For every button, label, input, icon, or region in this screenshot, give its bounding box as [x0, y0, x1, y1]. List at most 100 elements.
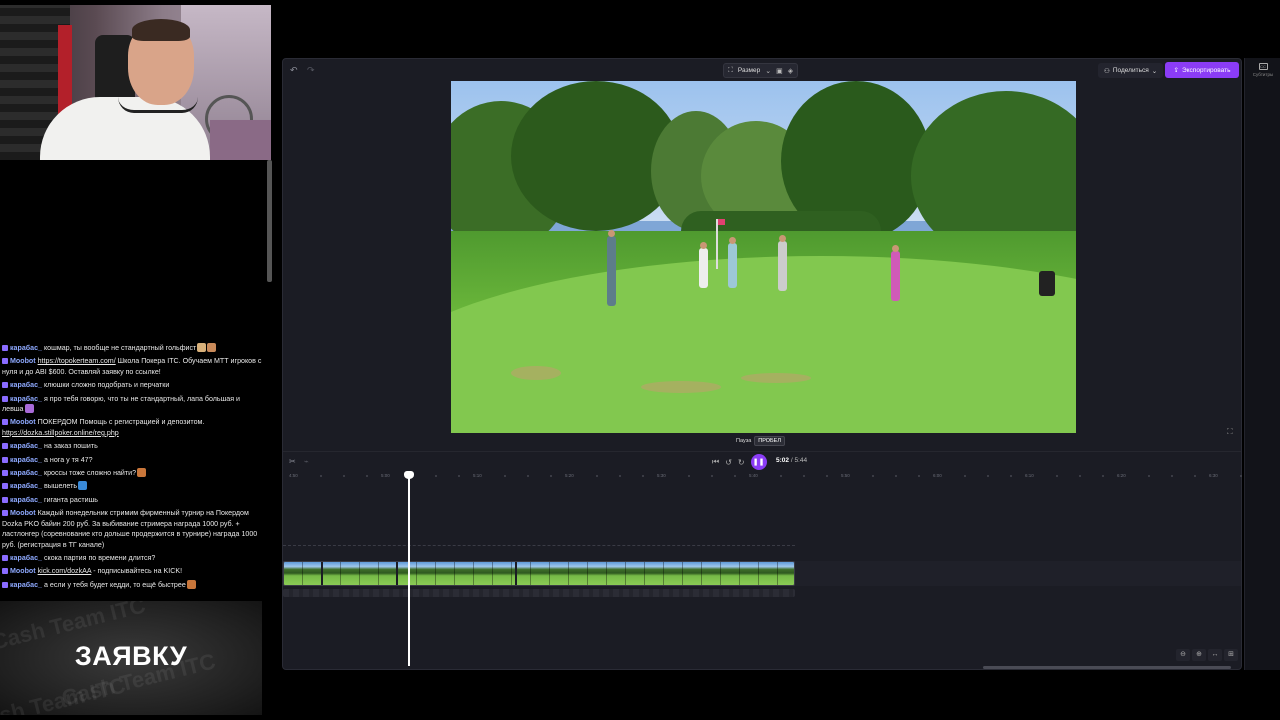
clip-frame-divider [625, 562, 626, 585]
undo-icon[interactable]: ↶ [290, 65, 298, 76]
ruler-tick-dot [1056, 475, 1058, 477]
chat-username[interactable]: карабас_ [10, 469, 42, 477]
split-icon[interactable]: ✂ [289, 457, 296, 466]
chat-emote-icon [207, 343, 217, 352]
ruler-tick-dot [435, 475, 437, 477]
clip-frame-divider [416, 562, 417, 585]
ruler-tick-label: 5:10 [473, 473, 482, 478]
chat-username[interactable]: карабас_ [10, 395, 42, 403]
chat-message: Moobot https://topokerteam.com/ Школа Пок… [0, 356, 262, 377]
chat-username[interactable]: Moobot [10, 357, 36, 365]
chat-username[interactable]: Moobot [10, 509, 36, 517]
pause-button[interactable]: ❚❚ [750, 454, 767, 470]
chat-text: скока партия по времени длится? [44, 553, 156, 562]
export-icon: ⇪ [1173, 67, 1179, 74]
ruler-tick-label: 6:30 [1209, 473, 1218, 478]
chat-username[interactable]: карабас_ [10, 581, 42, 589]
streamer-hair [132, 19, 190, 41]
ruler-tick-dot [1240, 475, 1242, 477]
chat-username[interactable]: карабас_ [10, 496, 42, 504]
chat-link[interactable]: kick.com/dozkAA [38, 567, 92, 575]
clip-split-marker[interactable] [321, 562, 323, 585]
pause-tooltip: Пауза ПРОБЕЛ [736, 435, 785, 447]
chat-badge-icon [2, 345, 8, 351]
ruler-tick-dot [780, 475, 782, 477]
video-editor-window: ↶ ↷ ⛶ Размер ⌄ ▣ ◈ ⚇ Поделиться ⌄ ⇪ Эксп… [282, 58, 1265, 670]
captions-icon: CC [1258, 63, 1268, 70]
fullscreen-icon[interactable]: ⛶ [1227, 427, 1233, 437]
zoom-in-icon[interactable]: ⊕ [1192, 649, 1206, 661]
chat-message: карабас_ клюшки сложно подобрать и перчат… [0, 380, 262, 390]
chat-username[interactable]: Moobot [10, 567, 36, 575]
ruler-tick-dot [527, 475, 529, 477]
tooltip-label: Пауза [736, 438, 752, 444]
tooltip-shortcut: ПРОБЕЛ [754, 436, 785, 446]
ruler-tick-label: 6:20 [1117, 473, 1126, 478]
ruler-tick-dot [895, 475, 897, 477]
fit-timeline-icon[interactable]: ↔ [1208, 649, 1222, 661]
ruler-tick-label: 5:50 [841, 473, 850, 478]
ruler-tick-dot [803, 475, 805, 477]
redo-icon[interactable]: ↷ [307, 65, 315, 76]
chat-scrollbar[interactable] [267, 160, 272, 282]
chat-emote-icon [186, 579, 196, 589]
chat-link[interactable]: https://topokerteam.com/ [38, 357, 116, 365]
golf-bag [1039, 271, 1055, 296]
zoom-out-icon[interactable]: ⊖ [1176, 649, 1190, 661]
chevron-down-icon: ⌄ [1151, 67, 1158, 75]
clip-frame-divider [549, 562, 550, 585]
chat-username[interactable]: карабас_ [10, 554, 42, 562]
ruler-tick-dot [343, 475, 345, 477]
chat-username[interactable]: Moobot [10, 418, 36, 426]
ruler-tick-dot [734, 475, 736, 477]
chat-username[interactable]: карабас_ [10, 456, 42, 464]
rewind-icon[interactable]: ↺ [725, 458, 732, 467]
clip-split-marker[interactable] [396, 562, 398, 585]
export-button[interactable]: ⇪ Экспортировать [1165, 62, 1239, 78]
ruler-tick-dot [1010, 475, 1012, 477]
size-button[interactable]: Размер [738, 67, 760, 74]
ruler-tick-dot [688, 475, 690, 477]
ruler-tick-dot [1102, 475, 1104, 477]
subtitle-icon[interactable]: ▣ [776, 67, 783, 75]
forward-icon[interactable]: ↻ [738, 458, 745, 467]
ruler-tick-dot [1194, 475, 1196, 477]
export-label: Экспортировать [1181, 66, 1231, 74]
ruler-tick-dot [320, 475, 322, 477]
video-dirt-patch [741, 373, 811, 383]
chat-message: карабас_ кошмар, ты вообще не стандартный… [0, 343, 262, 353]
chat-username[interactable]: карабас_ [10, 482, 42, 490]
chat-username[interactable]: карабас_ [10, 381, 42, 389]
chat-message: Moobot ПОКЕРДОМ Помощь с регистрацией и д… [0, 417, 262, 438]
timeline-ruler[interactable]: 4:50 5:00 5:10 5:20 5:30 5:40 5:50 6:00 6:10 6:20… [283, 472, 1265, 482]
skip-start-icon[interactable]: ⏮ [712, 457, 719, 467]
chat-badge-icon [2, 581, 8, 588]
chat-text: на заказ пошить [44, 442, 98, 451]
chat-text: кошмар, ты вообще не стандартный гольфис… [44, 344, 197, 352]
ruler-tick-label: 4:50 [289, 473, 298, 478]
magnet-icon[interactable]: ⌁ [304, 457, 309, 466]
share-button[interactable]: ⚇ Поделиться ⌄ [1098, 63, 1164, 78]
chat-message: карабас_ кроссы тоже сложно найти? [0, 468, 262, 478]
video-preview[interactable] [451, 81, 1076, 433]
effects-icon[interactable]: ◈ [788, 67, 793, 75]
timeline-playhead[interactable] [404, 471, 414, 666]
clip-frame-divider [720, 562, 721, 585]
video-clip[interactable] [283, 561, 795, 586]
chat-username[interactable]: карабас_ [10, 344, 42, 352]
captions-tab[interactable]: CC Субтитры [1249, 62, 1277, 84]
ruler-tick-dot [918, 475, 920, 477]
captions-label: Субтитры [1252, 72, 1274, 77]
chat-text: кроссы тоже сложно найти? [44, 469, 137, 478]
chat-message: карабас_ на заказ пошить [0, 441, 262, 451]
clip-split-marker[interactable] [515, 562, 517, 585]
chat-username[interactable]: карабас_ [10, 442, 42, 450]
golfer [699, 242, 708, 288]
chat-text: - подписывайтесь на KICK! [91, 567, 183, 576]
timeline-scrollbar[interactable] [983, 666, 1231, 669]
clip-frame-divider [302, 562, 303, 585]
ruler-tick-label: 6:10 [1025, 473, 1034, 478]
clip-frame-divider [530, 562, 531, 585]
chat-link[interactable]: https://dozka.stillpoker.online/reg.php [2, 429, 119, 437]
expand-timeline-icon[interactable]: ⊞ [1224, 649, 1238, 661]
